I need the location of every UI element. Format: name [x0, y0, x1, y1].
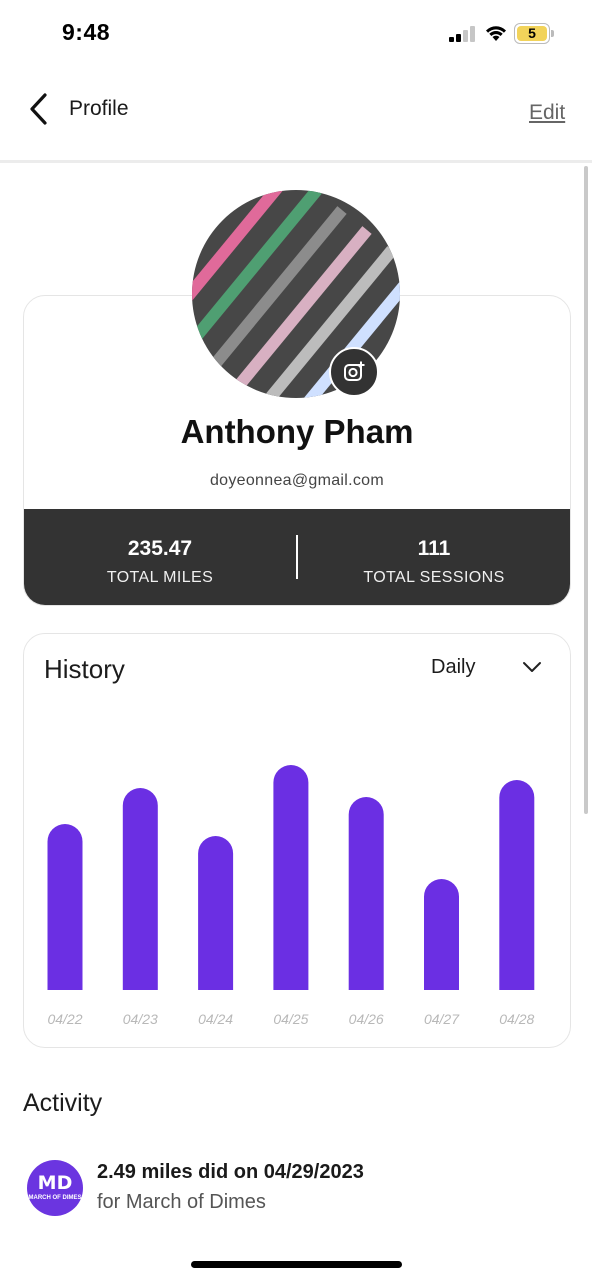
battery-icon: 5	[514, 23, 554, 44]
chart-bar	[198, 836, 234, 990]
nav-bar: Profile Edit	[0, 76, 592, 163]
stat-total-sessions: 111 TOTAL SESSIONS	[298, 509, 570, 605]
edit-button[interactable]: Edit	[529, 101, 565, 125]
march-of-dimes-logo: MD MARCH OF DIMES	[27, 1160, 83, 1216]
stat-label: TOTAL MILES	[106, 569, 214, 586]
chart-tick-label: 04/23	[123, 1011, 158, 1027]
add-photo-icon	[344, 361, 365, 381]
activity-title: Activity	[23, 1089, 103, 1117]
chart-tick-label: 04/25	[273, 1011, 308, 1027]
activity-item[interactable]: MD MARCH OF DIMES 2.49 miles did on 04/2…	[27, 1158, 567, 1220]
history-card: History Daily 04/22 04/23 04/24 04/25 04/26 0…	[23, 633, 571, 1048]
history-chart: 04/22 04/23 04/24 04/25 04/26 04/27 04/28	[47, 765, 535, 1027]
logo-mark: MD	[37, 1172, 73, 1194]
change-photo-button[interactable]	[329, 347, 379, 397]
signal-icon	[449, 26, 475, 42]
battery-level: 5	[528, 25, 536, 41]
chart-bar	[273, 765, 309, 990]
chart-bar	[348, 797, 384, 990]
activity-subtitle: for March of Dimes	[97, 1191, 266, 1213]
chart-bar	[424, 879, 459, 990]
status-bar: 9:48 5	[0, 0, 592, 66]
back-icon[interactable]	[27, 92, 53, 126]
stats-bar: 235.47 TOTAL MILES 111 TOTAL SESSIONS	[24, 509, 570, 605]
chart-tick-label: 04/27	[424, 1011, 460, 1027]
profile-name: Anthony Pham	[180, 413, 414, 450]
chart-tick-label: 04/22	[47, 1011, 82, 1027]
profile-email: doyeonnea@gmail.com	[209, 472, 385, 489]
logo-caption: MARCH OF DIMES	[28, 1195, 82, 1201]
chart-tick-label: 04/26	[349, 1011, 384, 1027]
chart-bar	[47, 824, 83, 990]
page-title: Profile	[69, 97, 129, 120]
history-title: History	[44, 654, 125, 684]
stat-label: TOTAL SESSIONS	[363, 569, 505, 586]
chart-bar	[122, 788, 158, 990]
chart-bar	[499, 780, 535, 990]
scrollbar[interactable]	[584, 166, 588, 814]
stat-value: 111	[417, 537, 451, 560]
wifi-icon	[486, 26, 506, 41]
chart-tick-label: 04/24	[198, 1011, 233, 1027]
stat-total-miles: 235.47 TOTAL MILES	[24, 509, 296, 605]
chevron-down-icon[interactable]	[522, 660, 542, 674]
range-select[interactable]: Daily	[431, 656, 475, 679]
chart-tick-label: 04/28	[499, 1011, 534, 1027]
stat-value: 235.47	[127, 537, 193, 560]
status-time: 9:48	[62, 19, 111, 45]
home-indicator[interactable]	[191, 1261, 402, 1268]
activity-headline: 2.49 miles did on 04/29/2023	[97, 1161, 364, 1183]
